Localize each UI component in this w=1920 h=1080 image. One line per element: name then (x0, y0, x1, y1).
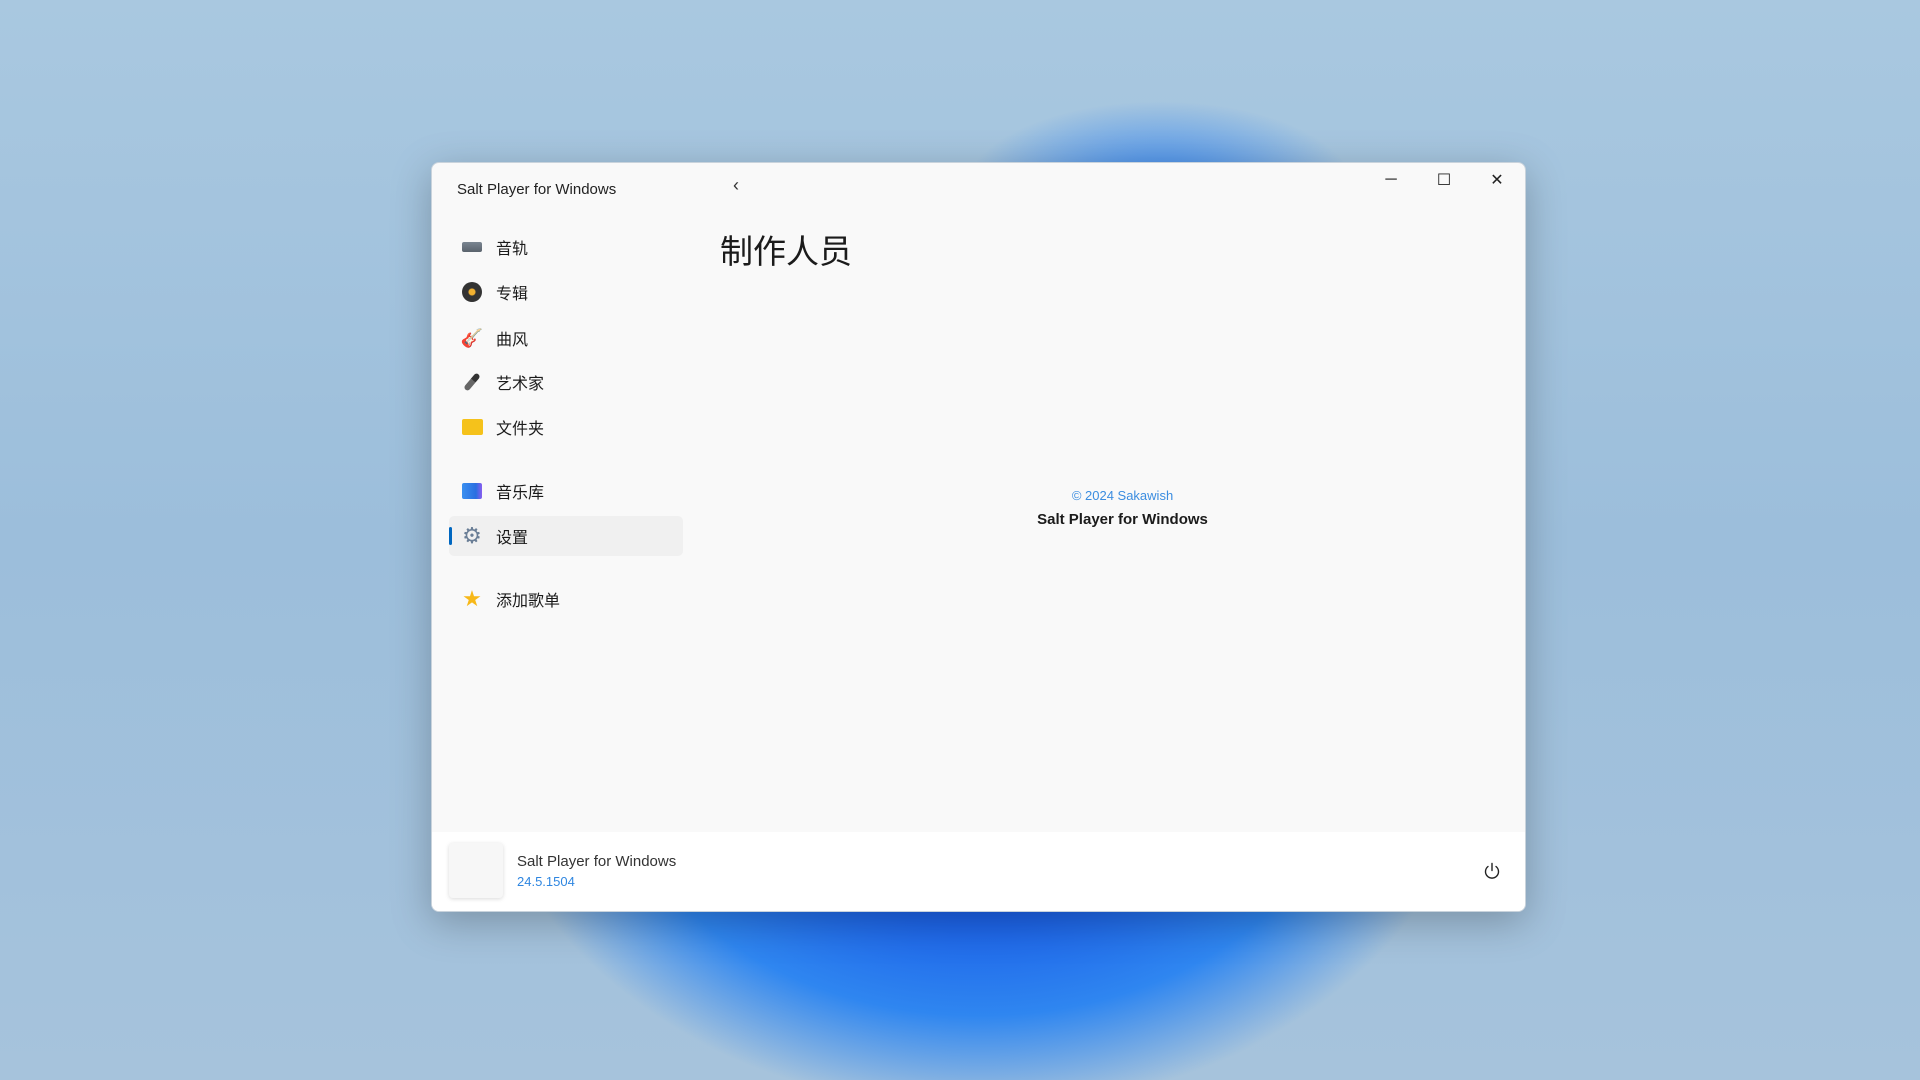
star-icon: ★ (461, 588, 483, 610)
nav-label: 艺术家 (496, 370, 544, 394)
close-button[interactable]: ✕ (1471, 163, 1523, 197)
player-bar: Salt Player for Windows 24.5.1504 (432, 832, 1525, 911)
app-window: Salt Player for Windows ‹ ─ ☐ ✕ 音轨 专辑 🎸 … (431, 162, 1526, 912)
microphone-icon (461, 371, 483, 393)
app-title: Salt Player for Windows (457, 181, 616, 198)
copyright-link[interactable]: © 2024 Sakawish (720, 488, 1525, 503)
nav-item-artists[interactable]: 艺术家 (449, 362, 683, 402)
minimize-button[interactable]: ─ (1365, 163, 1417, 197)
nav-label: 文件夹 (496, 415, 544, 439)
nav-item-settings[interactable]: ⚙ 设置 (449, 516, 683, 556)
nav-item-add-playlist[interactable]: ★ 添加歌单 (449, 579, 683, 619)
album-art[interactable] (449, 843, 503, 898)
gear-icon: ⚙ (461, 525, 483, 547)
folder-icon (461, 416, 483, 438)
nav-item-tracks[interactable]: 音轨 (449, 227, 683, 267)
nav-label: 音轨 (496, 235, 528, 259)
nav-item-genres[interactable]: 🎸 曲风 (449, 318, 683, 358)
power-icon[interactable] (1477, 856, 1507, 886)
now-playing-title: Salt Player for Windows (517, 853, 676, 870)
nav-label: 音乐库 (496, 479, 544, 503)
nav-label: 曲风 (496, 326, 528, 350)
nav-label: 专辑 (496, 280, 528, 304)
nav-item-library[interactable]: 音乐库 (449, 471, 683, 511)
vinyl-record-icon (461, 281, 483, 303)
nav-item-folders[interactable]: 文件夹 (449, 407, 683, 447)
maximize-button[interactable]: ☐ (1418, 163, 1470, 197)
keyboard-icon (461, 236, 483, 258)
library-icon (461, 480, 483, 502)
about-app-name: Salt Player for Windows (720, 511, 1525, 528)
guitar-icon: 🎸 (461, 327, 483, 349)
nav-label: 设置 (496, 524, 528, 548)
version-label: 24.5.1504 (517, 874, 575, 889)
nav-item-albums[interactable]: 专辑 (449, 272, 683, 312)
page-title: 制作人员 (720, 225, 852, 273)
back-button[interactable]: ‹ (718, 169, 754, 201)
nav-label: 添加歌单 (496, 587, 560, 611)
